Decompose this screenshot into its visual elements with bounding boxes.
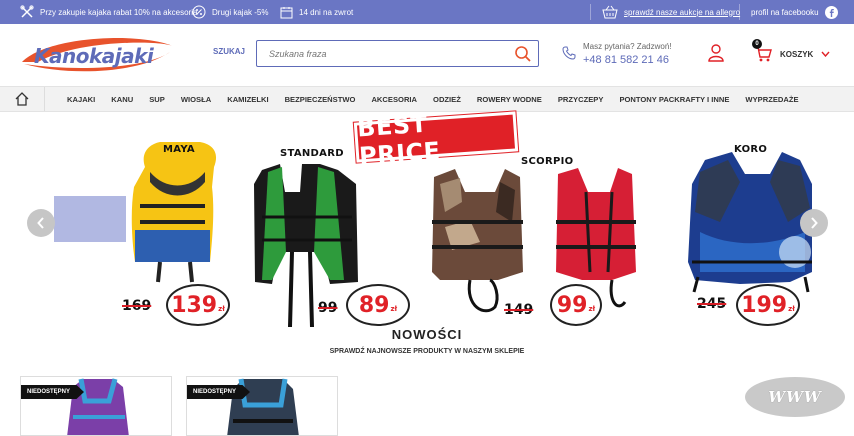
nav-item-kanu[interactable]: KANU — [111, 95, 133, 104]
nav-item-wyprzedaze[interactable]: WYPRZEDAŻE — [745, 95, 798, 104]
top-info-bar: Przy zakupie kajaka rabat 10% na akcesor… — [0, 0, 854, 24]
section-subtitle: SPRAWDŹ NAJNOWSZE PRODUKTY W NASZYM SKLE… — [329, 348, 525, 355]
price-badge-scorpio: 99 zł — [550, 284, 602, 326]
divider — [44, 87, 45, 111]
chevron-left-icon — [37, 217, 44, 229]
promo-second-kayak: Drugi kajak -5% — [192, 0, 268, 24]
chevron-right-icon — [811, 217, 818, 229]
search-input[interactable] — [257, 41, 497, 66]
best-price-stamp: BEST PRICE — [353, 110, 519, 170]
search-label: SZUKAJ — [213, 47, 246, 56]
slider-prev-button[interactable] — [27, 209, 55, 237]
allegro-link[interactable]: sprawdź nasze aukcje na allegro — [624, 8, 740, 17]
old-price-maya: 169 — [122, 298, 152, 314]
main-navigation: KAJAKI KANU SUP WIOSŁA KAMIZELKI BEZPIEC… — [0, 86, 854, 112]
nav-item-pontony[interactable]: PONTONY PACKRAFTY I INNE — [619, 95, 729, 104]
search-icon[interactable] — [514, 45, 532, 63]
currency-label: zł — [390, 305, 398, 313]
nav-item-kajaki[interactable]: KAJAKI — [67, 95, 95, 104]
cart-button[interactable]: 0 KOSZYK — [752, 39, 830, 66]
facebook-link[interactable]: profil na facebooku — [751, 8, 819, 17]
price-koro: 199 — [741, 292, 788, 318]
logo-text: Kanokajaki — [34, 44, 154, 68]
standard-vest-image — [254, 164, 358, 328]
old-price-scorpio: 149 — [504, 302, 534, 318]
auction-basket-icon — [602, 5, 618, 19]
calendar-icon — [280, 6, 293, 18]
promo-second-kayak-text: Drugi kajak -5% — [212, 7, 269, 17]
www-label: WWW — [768, 388, 822, 406]
divider — [590, 4, 591, 20]
product-name-koro: KORO — [734, 144, 768, 155]
slider-next-button[interactable] — [800, 209, 828, 237]
product-name-maya: MAYA — [163, 144, 195, 155]
unavailable-badge: NIEDOSTĘPNY — [21, 385, 85, 399]
cart-count-badge: 0 — [752, 39, 762, 49]
price-maya: 139 — [171, 292, 218, 318]
price-badge-standard: 89 zł — [346, 284, 410, 326]
price-badge-maya: 139 zł — [166, 284, 230, 326]
section-title: NOWOŚCI — [391, 327, 463, 342]
placeholder-block — [54, 196, 126, 242]
home-icon[interactable] — [15, 92, 29, 106]
price-standard: 89 — [358, 292, 390, 318]
best-price-text: BEST PRICE — [356, 109, 442, 171]
currency-label: zł — [588, 305, 596, 313]
www-watermark-button[interactable]: WWW — [745, 377, 845, 417]
nav-item-akcesoria[interactable]: AKCESORIA — [371, 95, 417, 104]
phone-question: Masz pytania? Zadzwoń! — [583, 42, 672, 51]
allegro-link-group[interactable]: sprawdź nasze aukcje na allegro — [602, 0, 740, 24]
unavailable-badge: NIEDOSTĘPNY — [187, 385, 251, 399]
tools-icon — [20, 5, 34, 18]
old-price-standard: 99 — [318, 300, 338, 316]
nav-item-rowery-wodne[interactable]: ROWERY WODNE — [477, 95, 542, 104]
facebook-link-group[interactable]: profil na facebooku — [751, 0, 838, 24]
koro-vest-image — [688, 152, 812, 293]
nav-item-przyczepy[interactable]: PRZYCZEPY — [558, 95, 604, 104]
price-scorpio: 99 — [556, 292, 588, 318]
promo-return-text: 14 dni na zwrot — [299, 7, 354, 17]
old-price-koro: 245 — [697, 296, 727, 312]
nav-item-kamizelki[interactable]: KAMIZELKI — [227, 95, 268, 104]
nav-item-odziez[interactable]: ODZIEŻ — [433, 95, 461, 104]
facebook-icon[interactable] — [824, 5, 838, 19]
currency-label: zł — [788, 305, 795, 313]
promo-return: 14 dni na zwrot — [280, 0, 353, 24]
logo[interactable]: Kanokajaki — [18, 32, 178, 83]
phone-icon — [562, 46, 576, 60]
product-name-scorpio: SCORPIO — [521, 156, 574, 167]
promo-discount: Przy zakupie kajaka rabat 10% na akcesor… — [20, 0, 197, 24]
nav-item-bezpieczenstwo[interactable]: BEZPIECZEŃSTWO — [285, 95, 356, 104]
nav-item-wiosla[interactable]: WIOSŁA — [181, 95, 211, 104]
search-form — [256, 40, 539, 67]
chevron-down-icon — [821, 51, 830, 57]
product-name-standard: STANDARD — [280, 148, 344, 159]
cart-label: KOSZYK — [780, 49, 814, 59]
nav-item-sup[interactable]: SUP — [149, 95, 165, 104]
product-card[interactable]: NIEDOSTĘPNY — [20, 376, 172, 436]
promo-discount-text: Przy zakupie kajaka rabat 10% na akcesor… — [40, 7, 198, 17]
category-menu: KAJAKI KANU SUP WIOSŁA KAMIZELKI BEZPIEC… — [67, 87, 815, 111]
site-header: Kanokajaki SZUKAJ Masz pytania? Zadzwoń!… — [0, 24, 854, 86]
phone-number[interactable]: +48 81 582 21 46 — [583, 54, 669, 66]
divider — [739, 4, 740, 20]
percent-icon — [192, 5, 206, 19]
price-badge-koro: 199 zł — [736, 284, 800, 326]
currency-label: zł — [218, 305, 225, 313]
user-account-icon[interactable] — [708, 44, 724, 62]
scorpio-camo-vest-image — [432, 169, 523, 313]
maya-vest-image — [131, 142, 217, 283]
product-card[interactable]: NIEDOSTĘPNY — [186, 376, 338, 436]
